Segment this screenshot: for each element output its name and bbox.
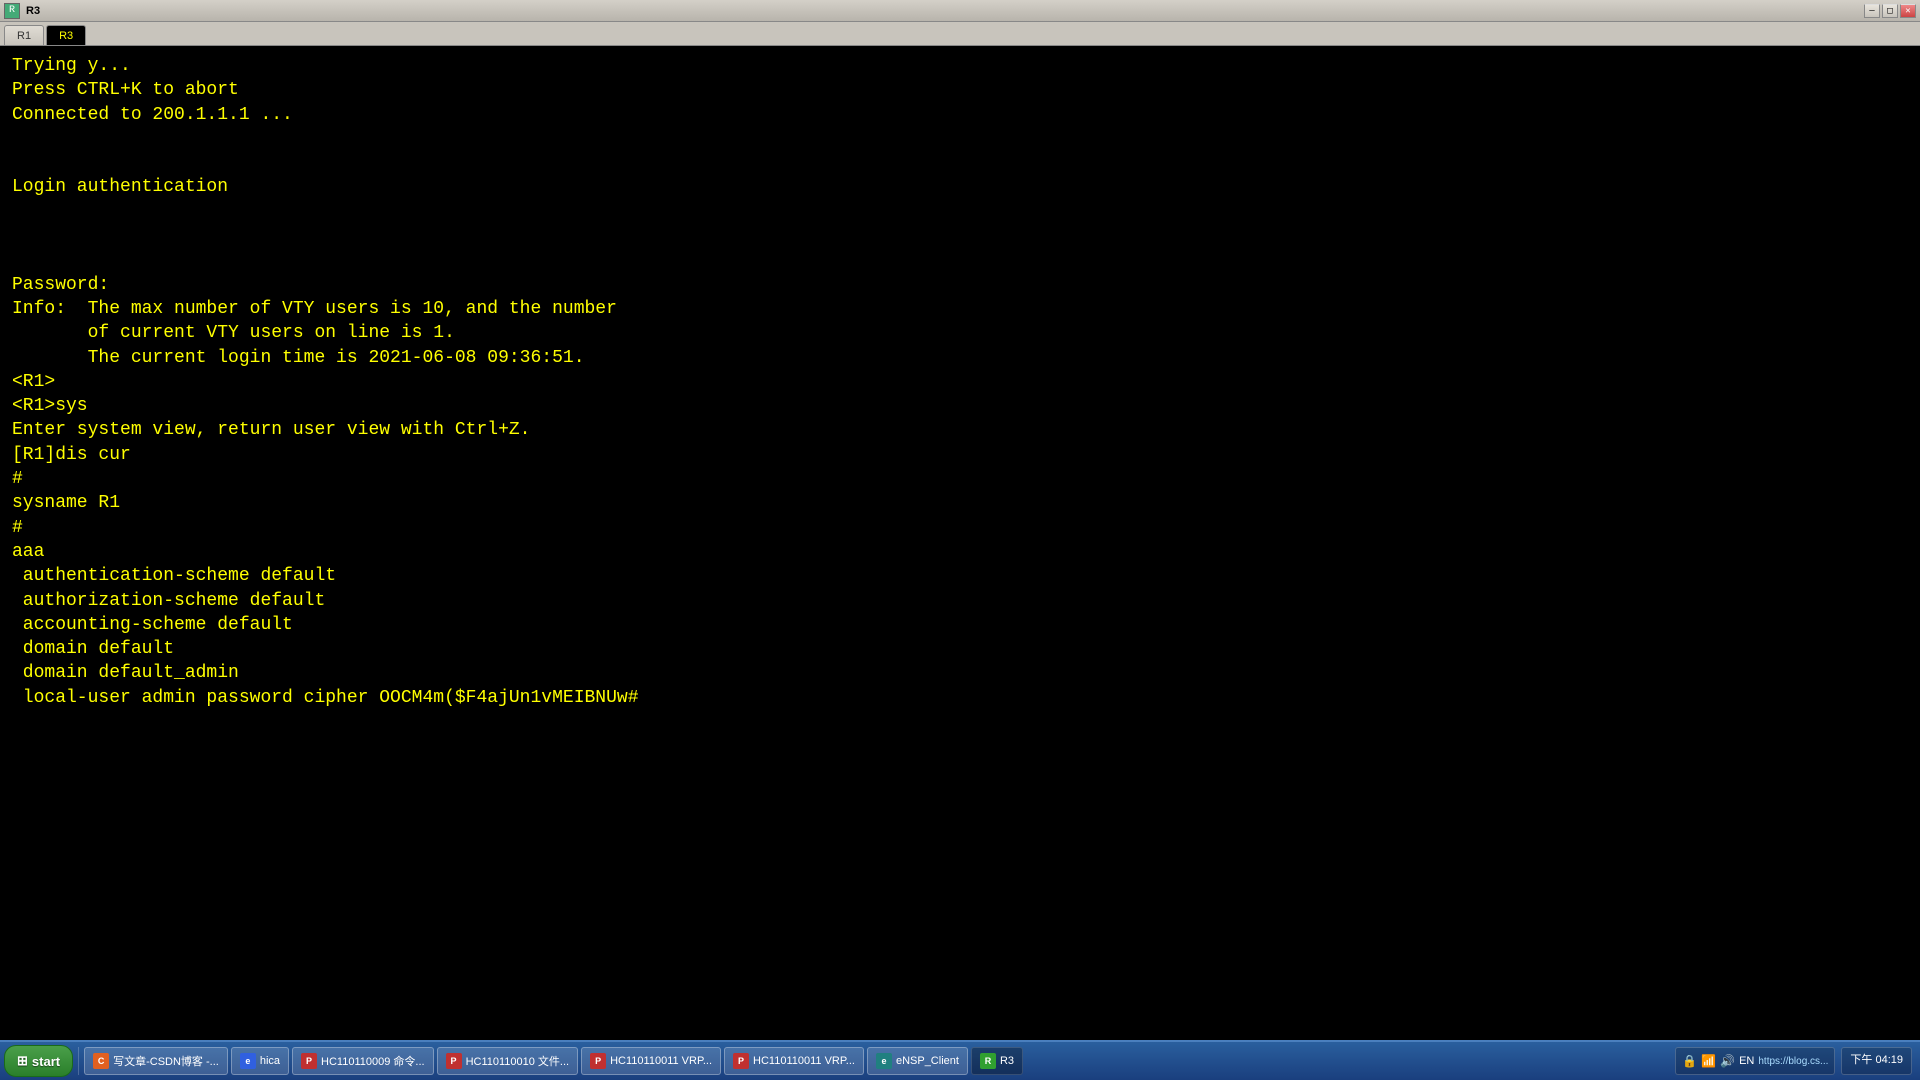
close-button[interactable]: ✕ (1900, 4, 1916, 18)
minimize-button[interactable]: — (1864, 4, 1880, 18)
clock-time: 下午 04:19 (1850, 1054, 1903, 1067)
taskbar-separator (78, 1047, 79, 1075)
tray-network-icon: 📶 (1701, 1054, 1716, 1069)
window-title: R3 (26, 5, 40, 17)
taskbar-item-hc3[interactable]: P HC110110011 VRP... (581, 1047, 721, 1075)
taskbar-item-label-ensp: eNSP_Client (896, 1055, 959, 1067)
taskbar-item-label-hc2: HC110110010 文件... (466, 1053, 570, 1069)
restore-button[interactable]: □ (1882, 4, 1898, 18)
taskbar-item-icon-r3: R (980, 1053, 996, 1069)
taskbar-item-icon-csdn: C (93, 1053, 109, 1069)
taskbar-item-ensp[interactable]: e eNSP_Client (867, 1047, 968, 1075)
taskbar-item-icon-hc4: P (733, 1053, 749, 1069)
taskbar-item-icon-hc1: P (301, 1053, 317, 1069)
taskbar-item-icon-hc3: P (590, 1053, 606, 1069)
window-controls[interactable]: — □ ✕ (1864, 4, 1916, 18)
taskbar-item-label-hc1: HC110110009 命令... (321, 1053, 425, 1069)
taskbar-item-icon-ie: e (240, 1053, 256, 1069)
start-icon: ⊞ (17, 1053, 28, 1069)
start-button[interactable]: ⊞ start (4, 1045, 73, 1077)
taskbar-item-ie[interactable]: ehica (231, 1047, 289, 1075)
title-bar: R R3 — □ ✕ (0, 0, 1920, 22)
tray-lock-icon: 🔒 (1682, 1054, 1697, 1069)
taskbar-item-label-csdn: 写文章-CSDN博客 -... (113, 1053, 219, 1069)
taskbar-item-label-ie: hica (260, 1055, 280, 1067)
taskbar-right: 🔒 📶 🔊 EN https://blog.cs... 下午 04:19 (1675, 1047, 1916, 1075)
taskbar-item-r3[interactable]: R R3 (971, 1047, 1023, 1075)
taskbar-item-csdn[interactable]: C写文章-CSDN博客 -... (84, 1047, 228, 1075)
taskbar-item-label-r3: R3 (1000, 1055, 1014, 1067)
tray-lang-indicator: EN (1739, 1055, 1754, 1067)
taskbar-item-hc2[interactable]: PHC110110010 文件... (437, 1047, 579, 1075)
tray-extra: https://blog.cs... (1758, 1056, 1828, 1067)
taskbar-item-hc1[interactable]: PHC110110009 命令... (292, 1047, 434, 1075)
start-label: start (32, 1054, 60, 1069)
taskbar: ⊞ start C写文章-CSDN博客 -...ehicaPHC11011000… (0, 1040, 1920, 1080)
system-clock: 下午 04:19 (1841, 1047, 1912, 1075)
terminal-area[interactable]: Trying y... Press CTRL+K to abort Connec… (0, 46, 1920, 1040)
taskbar-item-icon-ensp: e (876, 1053, 892, 1069)
tab-R3[interactable]: R3 (46, 25, 86, 45)
tab-bar: R1 R3 (0, 22, 1920, 46)
taskbar-items: C写文章-CSDN博客 -...ehicaPHC110110009 命令...P… (84, 1047, 1023, 1075)
title-bar-left: R R3 (4, 3, 40, 19)
terminal-output: Trying y... Press CTRL+K to abort Connec… (12, 54, 1908, 710)
app-icon: R (4, 3, 20, 19)
taskbar-item-label-hc4: HC110110011 VRP... (753, 1055, 855, 1067)
taskbar-item-hc4[interactable]: P HC110110011 VRP... (724, 1047, 864, 1075)
tab-R1[interactable]: R1 (4, 25, 44, 45)
taskbar-item-icon-hc2: P (446, 1053, 462, 1069)
taskbar-item-label-hc3: HC110110011 VRP... (610, 1055, 712, 1067)
system-tray: 🔒 📶 🔊 EN https://blog.cs... (1675, 1047, 1835, 1075)
tray-volume-icon: 🔊 (1720, 1054, 1735, 1069)
